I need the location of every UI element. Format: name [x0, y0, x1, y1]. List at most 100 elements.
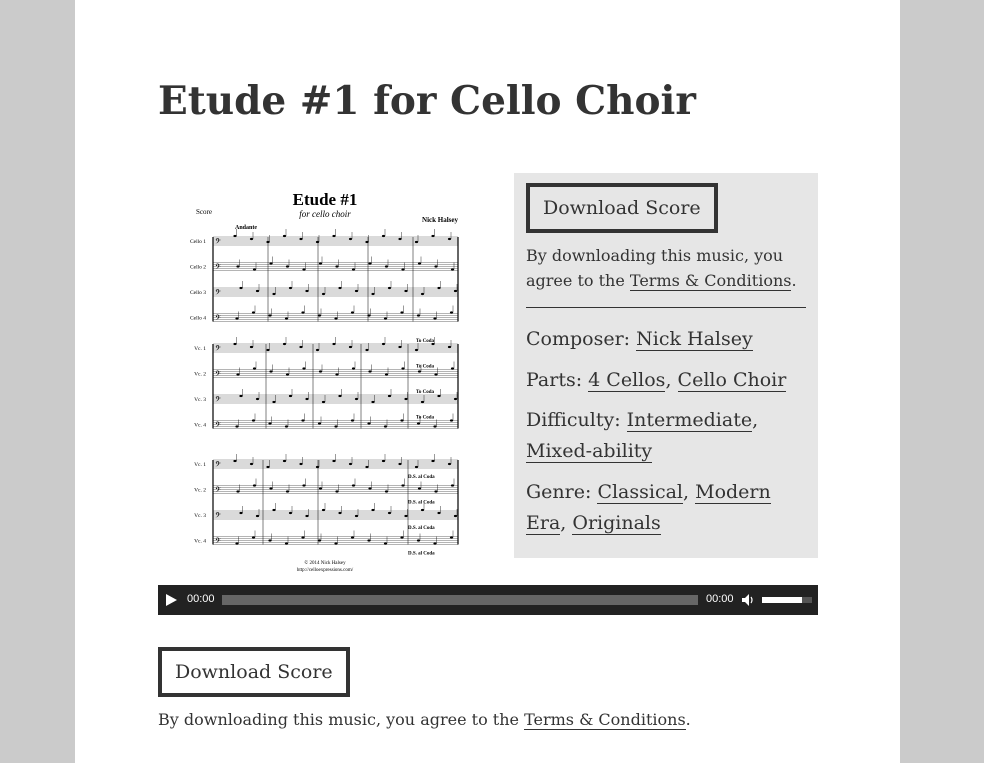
note [299, 237, 303, 241]
note [335, 373, 339, 376]
note [453, 514, 458, 518]
seek-bar[interactable] [222, 595, 698, 605]
note [434, 490, 438, 493]
note [302, 484, 306, 487]
note [239, 286, 243, 290]
difficulty-row: Difficulty: Intermediate, Mixed-ability [526, 405, 811, 467]
note [318, 487, 323, 490]
note [354, 289, 359, 293]
note [384, 490, 389, 493]
bass-clef: 𝄢 [215, 263, 221, 274]
note [437, 394, 441, 398]
note [321, 292, 326, 296]
note [398, 462, 402, 466]
bass-clef: 𝄢 [215, 511, 221, 522]
genre-link-originals[interactable]: Originals [572, 512, 661, 535]
note [387, 511, 392, 515]
note [437, 511, 441, 515]
note [434, 265, 438, 268]
note [249, 462, 254, 466]
download-score-button[interactable]: Download Score [526, 183, 718, 233]
genre-row: Genre: Classical, Modern Era, Originals [526, 477, 811, 539]
note [318, 370, 323, 373]
note [302, 268, 306, 271]
composer-link[interactable]: Nick Halsey [636, 328, 753, 351]
note [400, 536, 404, 539]
note [338, 394, 342, 398]
note [414, 465, 419, 469]
note [383, 317, 388, 320]
composer-label: Composer: [526, 328, 637, 350]
note [433, 542, 437, 545]
note [284, 317, 289, 320]
note [249, 345, 254, 349]
parts-link-cello-choir[interactable]: Cello Choir [677, 369, 787, 392]
note [450, 367, 455, 370]
note [285, 373, 290, 376]
separator: , [752, 409, 759, 431]
separator: , [665, 369, 678, 391]
note [348, 462, 353, 466]
note [305, 514, 309, 518]
note [284, 542, 289, 545]
note [371, 400, 375, 404]
note [450, 268, 455, 271]
speaker-icon[interactable] [741, 593, 755, 607]
note [365, 348, 369, 352]
note [272, 400, 276, 404]
duration: 00:00 [706, 593, 734, 605]
note [249, 237, 254, 241]
note [334, 542, 338, 545]
genre-link-classical[interactable]: Classical [597, 481, 684, 504]
bass-clef: 𝄢 [215, 344, 221, 355]
bass-clef: 𝄢 [215, 314, 221, 325]
note [282, 342, 287, 346]
note [449, 536, 454, 539]
composer-row: Composer: Nick Halsey [526, 324, 811, 355]
play-icon[interactable] [166, 594, 177, 606]
terms-link-bottom[interactable]: Terms & Conditions [524, 710, 686, 730]
note [354, 514, 359, 518]
note [453, 289, 458, 293]
part-label: Vc. 3 [194, 397, 206, 403]
note [315, 465, 320, 469]
ds-marking: D.S. al Coda [408, 552, 435, 557]
bass-clef: 𝄢 [215, 370, 221, 381]
note [449, 419, 454, 422]
note [348, 345, 353, 349]
bass-clef: 𝄢 [215, 537, 221, 548]
note [299, 462, 303, 466]
staff-systems: Cello 1 𝄢 Cello 2 𝄢 Cello 3 𝄢 Cello 4 𝄢 Vc. 1 𝄢 To… [190, 229, 459, 557]
note [420, 292, 425, 296]
score-composer: Nick Halsey [422, 216, 458, 224]
terms-notice-text: By downloading this music, you agree to … [158, 710, 525, 729]
parts-link-4-cellos[interactable]: 4 Cellos [588, 369, 666, 392]
note [334, 425, 338, 428]
difficulty-link-mixed-ability[interactable]: Mixed-ability [526, 440, 653, 463]
score-preview-image: Etude #1 for cello choir Score Nick Hals… [158, 180, 478, 575]
bass-clef: 𝄢 [215, 288, 221, 299]
note [268, 422, 272, 425]
note [434, 373, 438, 376]
terms-link[interactable]: Terms & Conditions [629, 271, 792, 291]
score-subtitle: for cello choir [299, 209, 351, 219]
note [252, 268, 257, 271]
note [251, 419, 256, 422]
part-label: Cello 3 [190, 290, 206, 296]
difficulty-link-intermediate[interactable]: Intermediate [626, 409, 753, 432]
note [384, 373, 389, 376]
note [272, 292, 276, 296]
volume-slider[interactable] [762, 597, 812, 603]
note [417, 262, 422, 265]
download-score-button-bottom[interactable]: Download Score [158, 647, 350, 697]
note [368, 262, 372, 265]
note [251, 536, 256, 539]
note [255, 397, 260, 401]
part-label: Cello 1 [190, 239, 206, 245]
coda-marking: To Coda [416, 390, 435, 395]
terms-notice-end: . [791, 271, 797, 290]
note [288, 394, 293, 398]
part-label: Vc. 3 [194, 513, 206, 519]
note [272, 508, 276, 512]
note [416, 539, 421, 542]
